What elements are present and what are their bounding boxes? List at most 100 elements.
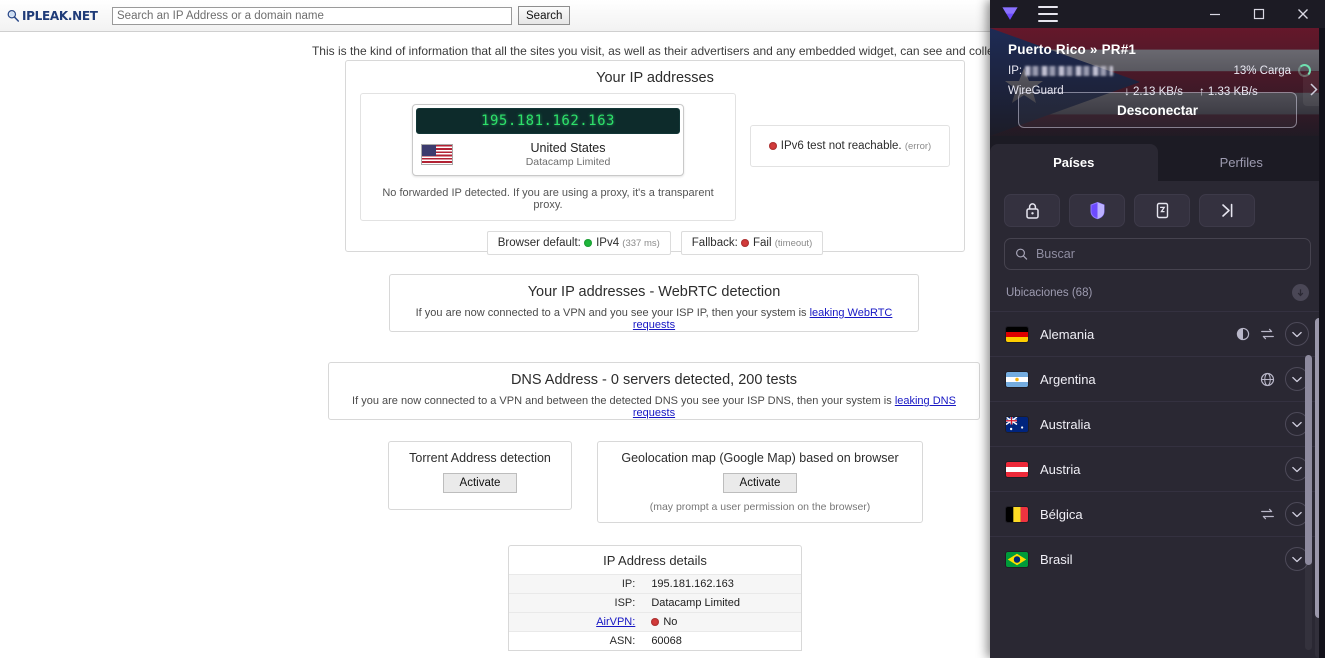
- country-search-box[interactable]: [1004, 238, 1311, 270]
- ip-country: United States: [530, 141, 606, 155]
- webrtc-detection-card: Your IP addresses - WebRTC detection If …: [389, 274, 919, 332]
- country-name: Australia: [1040, 416, 1091, 432]
- vpn-tabs: Países Perfiles: [990, 144, 1325, 181]
- detail-key: AirVPN:: [509, 612, 644, 632]
- detail-value: 195.181.162.163: [643, 574, 801, 594]
- proton-logo-icon: [1002, 7, 1018, 20]
- torrent-card-title: Torrent Address detection: [409, 451, 551, 465]
- table-row: ISP: Datacamp Limited: [509, 593, 801, 613]
- status-dot-red-icon: [741, 238, 750, 247]
- table-row: IP: 195.181.162.163: [509, 574, 801, 594]
- search-button[interactable]: Search: [518, 6, 571, 25]
- detail-key: ASN:: [509, 631, 644, 650]
- ipv6-status-tag: (error): [904, 141, 932, 152]
- maximize-button[interactable]: [1237, 0, 1281, 28]
- menu-hamburger-icon[interactable]: [1038, 6, 1058, 22]
- ip-card-title: Your IP addresses: [596, 70, 714, 86]
- ip-screen: 195.181.162.163: [416, 108, 680, 134]
- browser-default-pill: Browser default: IPv4 (337 ms): [486, 231, 671, 255]
- protonvpn-window: Puerto Rico » PR#1 IP: 13% Carga WireGua…: [990, 0, 1325, 658]
- country-list: Alemania Argentina Australia Austria Bélgica…: [990, 311, 1325, 581]
- tab-perfiles[interactable]: Perfiles: [1158, 144, 1325, 181]
- torrent-activate-button[interactable]: Activate: [442, 473, 518, 493]
- country-row-be[interactable]: Bélgica: [990, 491, 1325, 536]
- secure-core-filter-button[interactable]: [1004, 194, 1060, 227]
- close-button[interactable]: [1281, 0, 1325, 28]
- country-row-ar[interactable]: Argentina: [990, 356, 1325, 401]
- tor-icon: [1221, 203, 1232, 218]
- country-name: Brasil: [1040, 551, 1073, 567]
- flag-icon-be: [1006, 506, 1028, 522]
- country-name: Austria: [1040, 461, 1081, 477]
- chevron-down-icon[interactable]: [1285, 322, 1309, 346]
- p2p-filter-button[interactable]: [1134, 194, 1190, 227]
- country-search-input[interactable]: [1035, 247, 1300, 261]
- flag-icon-au: [1006, 416, 1028, 432]
- dns-card-title: DNS Address - 0 servers detected, 200 te…: [510, 372, 798, 388]
- detail-value: Datacamp Limited: [643, 593, 801, 613]
- flag-icon-br: [1006, 551, 1028, 567]
- tor-filter-button[interactable]: [1199, 194, 1255, 227]
- country-row-icons: [1260, 502, 1309, 526]
- fallback-pill: Fallback: Fail (timeout): [680, 231, 824, 255]
- webrtc-card-title: Your IP addresses - WebRTC detection: [527, 284, 781, 300]
- flag-icon-at: [1006, 461, 1028, 477]
- locations-count-label: Ubicaciones (68): [1006, 286, 1093, 299]
- netshield-shield-icon: [1090, 201, 1104, 220]
- window-controls: [1193, 0, 1325, 28]
- details-card-title: IP Address details: [603, 553, 707, 568]
- secure-core-icon: [1236, 327, 1250, 341]
- locations-header: Ubicaciones (68): [990, 280, 1325, 311]
- country-name: Bélgica: [1040, 506, 1083, 522]
- geo-card-title: Geolocation map (Google Map) based on br…: [621, 451, 899, 465]
- country-row-icons: [1260, 367, 1309, 391]
- status-dot-green-icon: [584, 238, 593, 247]
- table-row: ASN: 60068: [509, 631, 801, 650]
- search-icon: [1016, 248, 1028, 260]
- connection-ip-label: IP:: [1008, 64, 1023, 77]
- detected-ip-value: 195.181.162.163: [481, 113, 615, 129]
- disconnect-button[interactable]: Desconectar: [1018, 92, 1297, 128]
- your-ip-addresses-card: Your IP addresses 195.181.162.163 United…: [345, 60, 965, 255]
- detail-value: 60068: [643, 631, 801, 650]
- detail-key: ISP:: [509, 593, 644, 613]
- server-load-text: 13% Carga: [1233, 64, 1291, 77]
- ip-isp: Datacamp Limited: [525, 156, 611, 168]
- vpn-titlebar: [990, 0, 1325, 28]
- country-row-au[interactable]: Australia: [990, 401, 1325, 446]
- browser-default-value: IPv4: [596, 237, 620, 249]
- detail-value: No: [643, 612, 801, 632]
- netshield-filter-button[interactable]: [1069, 194, 1125, 227]
- ip-detected-panel: 195.181.162.163 United States Datacamp L…: [360, 93, 736, 221]
- vpn-countries-panel: Ubicaciones (68) Alemania Argentina Austra…: [990, 181, 1325, 658]
- us-flag-icon: [421, 144, 453, 165]
- dns-note-text: If you are now connected to a VPN and be…: [352, 395, 895, 407]
- fallback-tag: (timeout): [774, 238, 813, 249]
- flag-icon-ar: [1006, 371, 1028, 387]
- country-row-icons: [1236, 322, 1309, 346]
- table-row: AirVPN: No: [509, 612, 801, 632]
- logo-text: IPLEAK.NET: [22, 8, 98, 23]
- country-row-br[interactable]: Brasil: [990, 536, 1325, 581]
- country-name: Argentina: [1040, 371, 1096, 387]
- airvpn-link[interactable]: AirVPN:: [596, 616, 635, 628]
- search-input[interactable]: [112, 6, 512, 25]
- detail-key: IP:: [509, 574, 644, 594]
- locations-sort-icon[interactable]: [1292, 284, 1309, 301]
- dns-address-card: DNS Address - 0 servers detected, 200 te…: [328, 362, 980, 420]
- browser-default-tag: (337 ms): [622, 238, 660, 249]
- screenshot-root: IPLEAK.NET Search This is the kind of in…: [0, 0, 1325, 658]
- webrtc-note-text: If you are now connected to a VPN and yo…: [415, 307, 810, 319]
- lock-icon: [1025, 203, 1039, 219]
- geo-activate-button[interactable]: Activate: [722, 473, 798, 493]
- connection-ip-masked: [1025, 65, 1114, 76]
- country-row-at[interactable]: Austria: [990, 446, 1325, 491]
- country-row-de[interactable]: Alemania: [990, 311, 1325, 356]
- tab-paises[interactable]: Países: [990, 144, 1158, 181]
- details-table: IP: 195.181.162.163 ISP: Datacamp Limited Ai…: [509, 574, 801, 650]
- geolocation-map-card: Geolocation map (Google Map) based on br…: [597, 441, 923, 523]
- minimize-button[interactable]: [1193, 0, 1237, 28]
- ip-address-details-card: IP Address details IP: 195.181.162.163 ISP…: [508, 545, 802, 651]
- forwarded-ip-note: No forwarded IP detected. If you are usi…: [382, 187, 714, 211]
- country-list-scrollbar[interactable]: [1305, 355, 1312, 650]
